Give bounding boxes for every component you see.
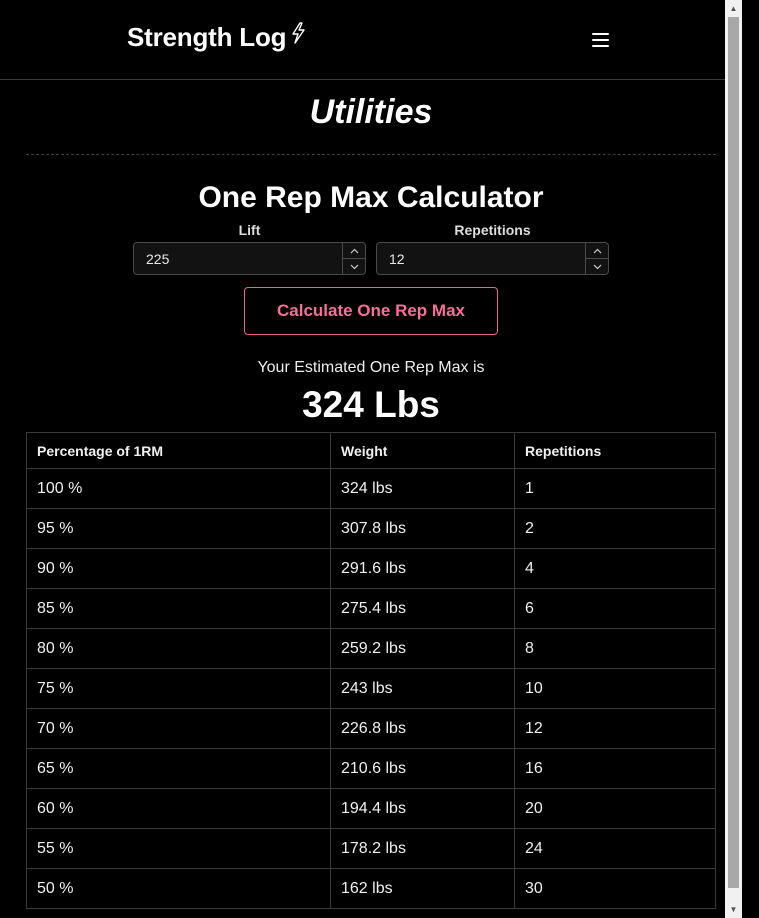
lift-input[interactable]: 225	[133, 242, 366, 275]
calculate-button-wrap: Calculate One Rep Max	[26, 287, 716, 335]
cell-percentage: 65 %	[26, 748, 331, 789]
cell-percentage: 85 %	[26, 588, 331, 629]
cell-repetitions: 8	[514, 628, 716, 669]
calculator-title: One Rep Max Calculator	[198, 181, 544, 214]
calculate-button[interactable]: Calculate One Rep Max	[244, 287, 498, 335]
lift-value: 225	[146, 251, 170, 267]
reps-value: 12	[389, 251, 405, 267]
cell-weight: 210.6 lbs	[330, 748, 515, 789]
cell-weight: 259.2 lbs	[330, 628, 515, 669]
lift-decrement-icon[interactable]	[343, 259, 365, 274]
lift-field-group: Lift 225	[133, 222, 366, 275]
cell-weight: 324 lbs	[330, 468, 515, 509]
percentage-table: Percentage of 1RM Weight Repetitions 100…	[26, 432, 716, 909]
navbar: Strength Log	[0, 0, 742, 80]
cell-percentage: 50 %	[26, 868, 331, 909]
cell-repetitions: 24	[514, 828, 716, 869]
reps-label: Repetitions	[454, 222, 531, 238]
cell-weight: 307.8 lbs	[330, 508, 515, 549]
reps-increment-icon[interactable]	[586, 243, 608, 259]
scrollbar-thumb[interactable]	[728, 17, 739, 888]
page: Strength Log Utilities One Rep Max Calcu…	[0, 0, 742, 918]
column-header-percentage: Percentage of 1RM	[26, 432, 331, 469]
table-row: 75 % 243 lbs 10	[26, 668, 716, 709]
cell-repetitions: 10	[514, 668, 716, 709]
lift-increment-icon[interactable]	[343, 243, 365, 259]
column-header-repetitions: Repetitions	[514, 432, 716, 469]
cell-repetitions: 1	[514, 468, 716, 509]
cell-repetitions: 16	[514, 748, 716, 789]
lift-spinner	[342, 243, 365, 274]
cell-percentage: 75 %	[26, 668, 331, 709]
page-title: Utilities	[309, 93, 433, 131]
table-row: 100 % 324 lbs 1	[26, 468, 716, 509]
table-body: 100 % 324 lbs 1 95 % 307.8 lbs 2 90 % 291.6 lbs…	[26, 468, 716, 909]
reps-input[interactable]: 12	[376, 242, 609, 275]
lift-label: Lift	[238, 222, 261, 238]
reps-decrement-icon[interactable]	[586, 259, 608, 274]
calculator-inputs: Lift 225 Repetitions 12	[26, 216, 716, 276]
cell-repetitions: 20	[514, 788, 716, 829]
table-row: 55 % 178.2 lbs 24	[26, 828, 716, 869]
lightning-bolt-icon	[290, 20, 306, 51]
cell-percentage: 70 %	[26, 708, 331, 749]
scroll-up-arrow-icon[interactable]: ▲	[725, 0, 742, 17]
brand-logo[interactable]: Strength Log	[127, 22, 306, 53]
main-content: Utilities One Rep Max Calculator Lift 22…	[0, 80, 742, 909]
cell-repetitions: 30	[514, 868, 716, 909]
table-row: 90 % 291.6 lbs 4	[26, 548, 716, 589]
column-header-weight: Weight	[330, 432, 515, 469]
brand-name: Strength Log	[127, 22, 287, 52]
hamburger-menu-icon[interactable]	[590, 31, 612, 49]
cell-percentage: 95 %	[26, 508, 331, 549]
table-row: 60 % 194.4 lbs 20	[26, 788, 716, 829]
cell-weight: 178.2 lbs	[330, 828, 515, 869]
table-header-row: Percentage of 1RM Weight Repetitions	[26, 432, 716, 469]
reps-field-group: Repetitions 12	[376, 222, 609, 275]
cell-repetitions: 4	[514, 548, 716, 589]
cell-weight: 226.8 lbs	[330, 708, 515, 749]
cell-percentage: 60 %	[26, 788, 331, 829]
table-row: 70 % 226.8 lbs 12	[26, 708, 716, 749]
table-row: 85 % 275.4 lbs 6	[26, 588, 716, 629]
cell-weight: 243 lbs	[330, 668, 515, 709]
scroll-down-arrow-icon[interactable]: ▼	[725, 901, 742, 918]
cell-percentage: 90 %	[26, 548, 331, 589]
table-row: 80 % 259.2 lbs 8	[26, 628, 716, 669]
cell-percentage: 100 %	[26, 468, 331, 509]
cell-repetitions: 2	[514, 508, 716, 549]
cell-weight: 162 lbs	[330, 868, 515, 909]
cell-percentage: 55 %	[26, 828, 331, 869]
cell-weight: 291.6 lbs	[330, 548, 515, 589]
table-row: 95 % 307.8 lbs 2	[26, 508, 716, 549]
result-value: 324 Lbs	[302, 384, 440, 425]
cell-percentage: 80 %	[26, 628, 331, 669]
vertical-scrollbar[interactable]: ▲ ▼	[725, 0, 742, 918]
table-row: 65 % 210.6 lbs 16	[26, 748, 716, 789]
cell-weight: 194.4 lbs	[330, 788, 515, 829]
cell-repetitions: 6	[514, 588, 716, 629]
cell-repetitions: 12	[514, 708, 716, 749]
result-label: Your Estimated One Rep Max is	[257, 359, 485, 376]
reps-spinner	[585, 243, 608, 274]
table-row: 50 % 162 lbs 30	[26, 868, 716, 909]
cell-weight: 275.4 lbs	[330, 588, 515, 629]
